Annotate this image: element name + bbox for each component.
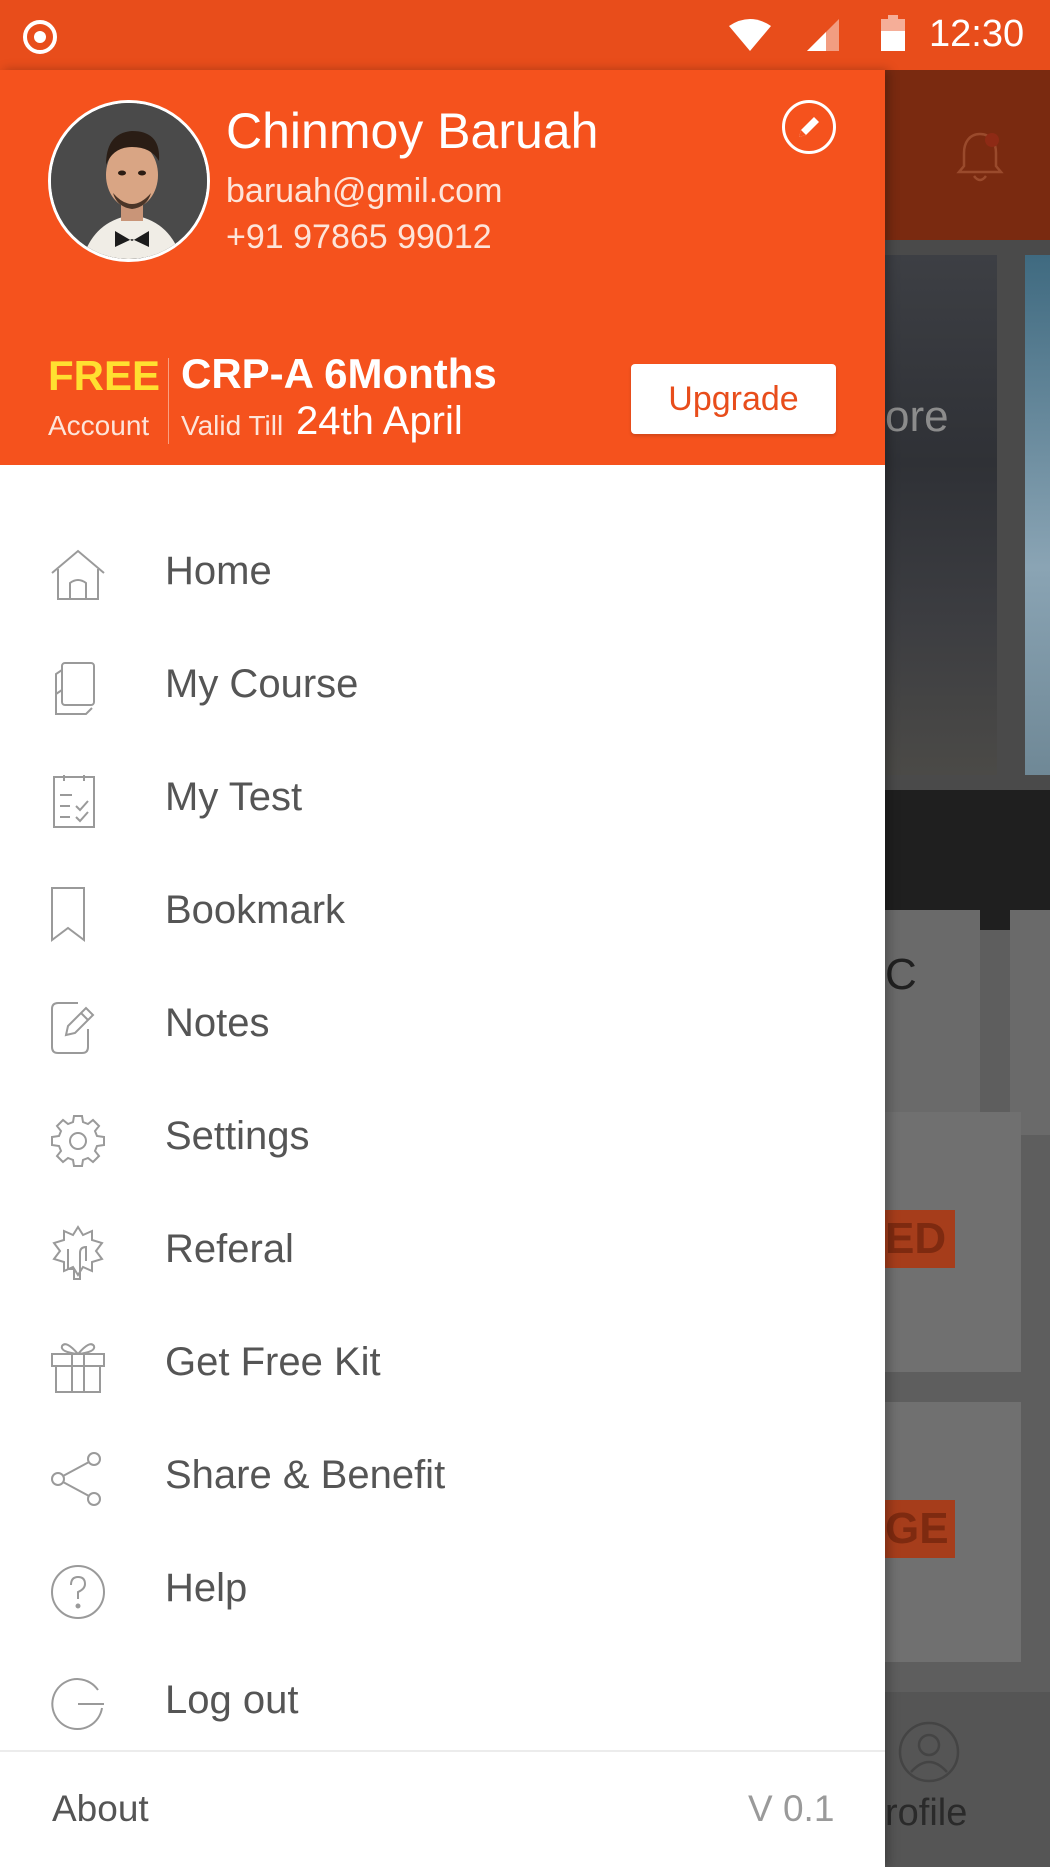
plan-divider	[168, 358, 169, 444]
app-version: V 0.1	[748, 1788, 835, 1829]
menu-item-help[interactable]: Help	[0, 1536, 885, 1646]
menu-item-referal[interactable]: Referal	[0, 1197, 885, 1307]
bookmark-icon	[51, 887, 85, 942]
background-banner-text: ore	[885, 392, 949, 441]
menu-label-referal: Referal	[165, 1227, 294, 1271]
navigation-drawer: Chinmoy Baruah baruah@gmil.com +91 97865…	[0, 70, 885, 1867]
user-email: baruah@gmil.com	[226, 172, 503, 210]
help-icon	[51, 1565, 105, 1619]
menu-item-share-benefit[interactable]: Share & Benefit	[0, 1423, 885, 1533]
background-card-text: C	[885, 950, 917, 999]
background-badge-2: GE	[885, 1500, 955, 1558]
menu-item-home[interactable]: Home	[0, 519, 885, 629]
menu-item-settings[interactable]: Settings	[0, 1084, 885, 1194]
footer-divider	[0, 1750, 885, 1752]
background-card-2	[1010, 910, 1050, 1135]
background-badge: ED	[885, 1210, 955, 1268]
status-bar: 12:30	[0, 0, 1050, 70]
background-section-header	[885, 790, 1050, 930]
menu-label-notes: Notes	[165, 1001, 270, 1045]
logout-icon	[51, 1678, 104, 1731]
plan-name: CRP-A 6Months	[181, 350, 497, 397]
notification-bell-icon	[956, 132, 1004, 182]
menu-label-share-benefit: Share & Benefit	[165, 1453, 446, 1497]
user-name: Chinmoy Baruah	[226, 103, 599, 159]
menu-label-home: Home	[165, 549, 272, 593]
user-phone: +91 97865 99012	[226, 218, 492, 256]
notes-edit-icon	[51, 1002, 95, 1054]
menu-item-my-test[interactable]: My Test	[0, 745, 885, 855]
menu-label-settings: Settings	[165, 1114, 310, 1158]
background-profile-tab-label: rofile	[885, 1792, 968, 1834]
menu-item-bookmark[interactable]: Bookmark	[0, 858, 885, 968]
signal-icon	[807, 19, 839, 51]
account-label: Account	[48, 410, 150, 441]
valid-till-label: Valid Till	[181, 410, 284, 441]
menu-label-get-free-kit: Get Free Kit	[165, 1340, 381, 1384]
about-link[interactable]: About	[52, 1788, 149, 1830]
menu-label-help: Help	[165, 1566, 248, 1610]
drawer-header: Chinmoy Baruah baruah@gmil.com +91 97865…	[0, 70, 885, 465]
menu-label-bookmark: Bookmark	[165, 888, 346, 932]
battery-icon	[881, 15, 905, 51]
wifi-icon	[729, 19, 771, 51]
menu-item-log-out[interactable]: Log out	[0, 1648, 885, 1758]
background-banner-image-2	[1025, 255, 1050, 775]
menu-item-notes[interactable]: Notes	[0, 971, 885, 1081]
background-card	[885, 910, 980, 1135]
account-type: FREE	[48, 352, 161, 399]
pencil-icon	[799, 117, 819, 137]
avatar[interactable]	[48, 100, 210, 262]
gear-icon	[51, 1115, 105, 1167]
clock: 12:30	[929, 13, 1025, 55]
edit-profile-button[interactable]	[782, 100, 836, 154]
home-icon	[51, 549, 105, 600]
menu-label-my-test: My Test	[165, 775, 303, 819]
background-banner-image	[885, 255, 997, 775]
course-book-icon	[55, 662, 95, 715]
menu-label-my-course: My Course	[165, 662, 359, 706]
upgrade-button[interactable]: Upgrade	[631, 364, 836, 434]
menu-item-get-free-kit[interactable]: Get Free Kit	[0, 1310, 885, 1420]
test-checklist-icon	[53, 775, 95, 828]
menu-label-log-out: Log out	[165, 1678, 299, 1722]
profile-icon	[898, 1721, 960, 1783]
share-icon	[51, 1452, 101, 1506]
referral-badge-icon	[52, 1225, 104, 1280]
background-app: ore C ED GE rofile	[885, 70, 1050, 1867]
gift-icon	[51, 1343, 105, 1393]
menu-item-my-course[interactable]: My Course	[0, 632, 885, 742]
record-icon	[23, 20, 57, 54]
valid-till-date: 24th April	[296, 399, 463, 443]
